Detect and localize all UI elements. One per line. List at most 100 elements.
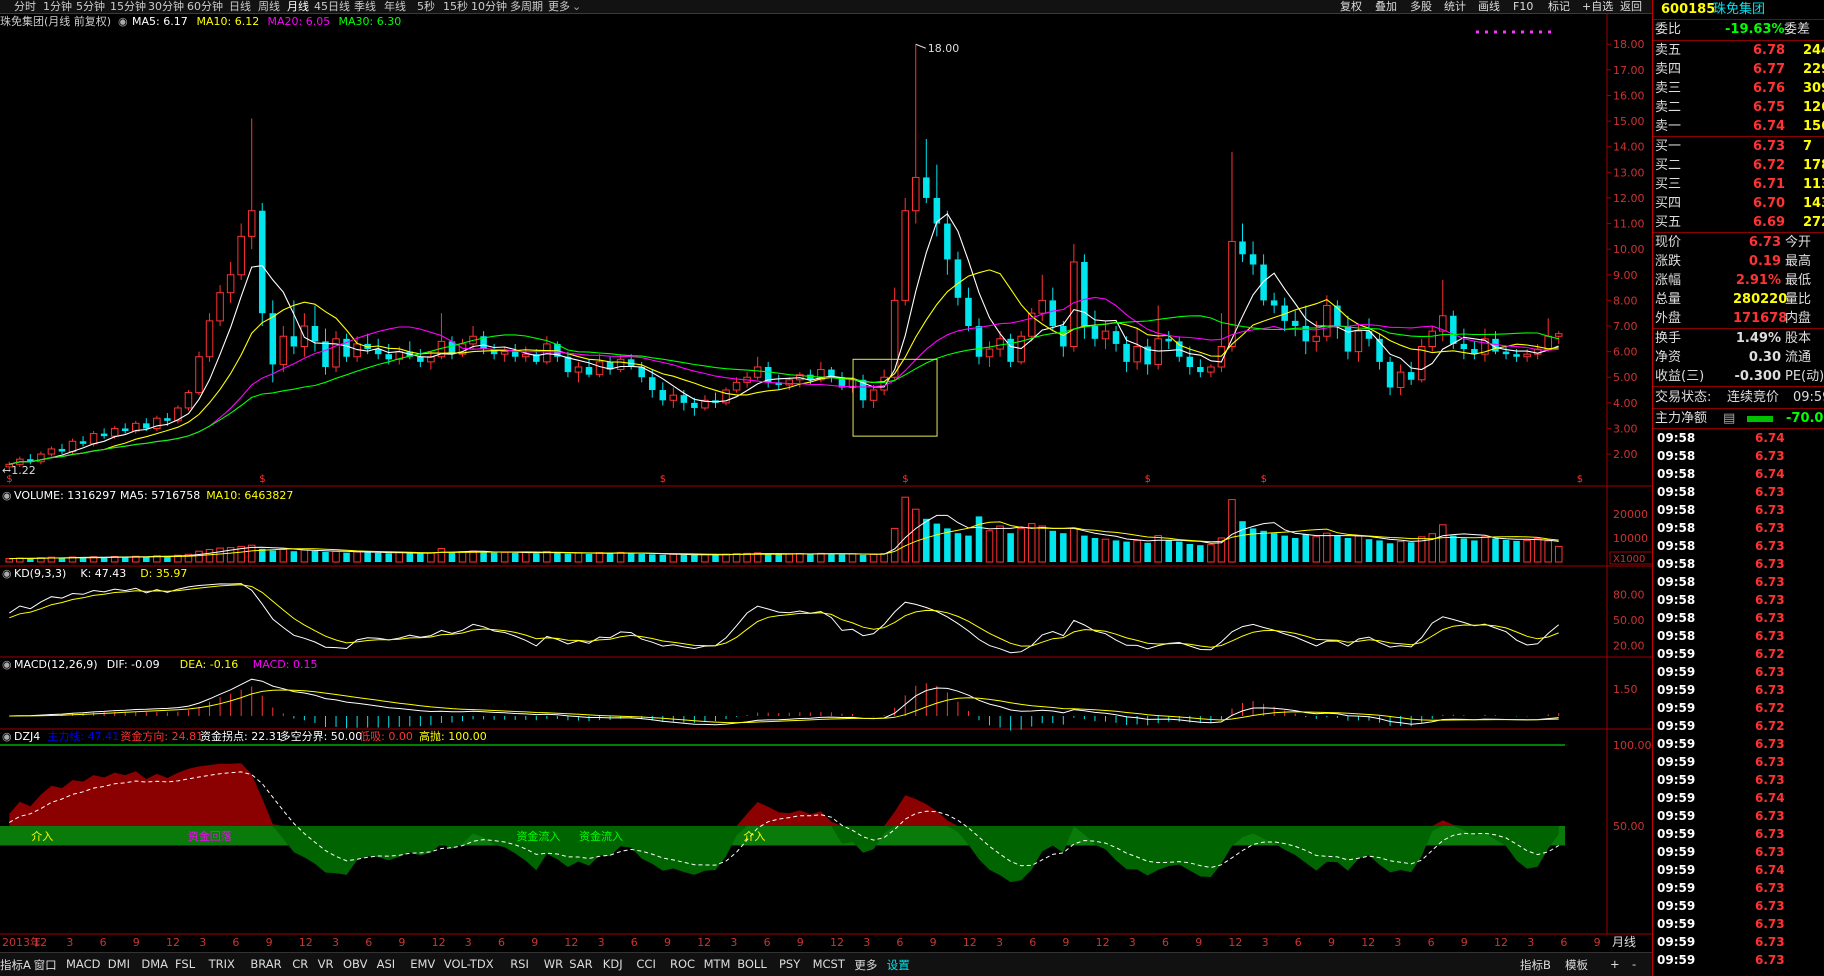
toolbar-button-6[interactable]: 标记 <box>1548 0 1570 14</box>
x-axis-label: 3 <box>598 936 605 949</box>
indicator-tab-12[interactable]: EMV <box>410 957 435 971</box>
candlestick-chart[interactable]: 18.00 17.00 16.00 15.00 14.00 13.00 12.00 11.00… <box>0 14 1652 952</box>
indicator-tab-11[interactable]: ASI <box>377 957 396 971</box>
candle-body-up <box>1228 240 1236 347</box>
volume-bar-down <box>1502 539 1510 562</box>
chart-area[interactable]: 18.00 17.00 16.00 15.00 14.00 13.00 12.00 11.00… <box>0 14 1652 952</box>
indicator-tab-17[interactable]: KDJ <box>603 957 623 971</box>
indicator-tab-19[interactable]: ROC <box>670 957 695 971</box>
chevron-down-icon[interactable]: ⌄ <box>572 0 581 14</box>
timeframe-tab-9[interactable]: 45日线 <box>314 0 350 14</box>
volume-bar-up <box>1533 537 1542 563</box>
indicator-tab-3[interactable]: DMI <box>108 957 130 971</box>
toolbar-button-5[interactable]: F10 <box>1513 0 1533 14</box>
candle-body-up <box>543 343 551 363</box>
indicator-tab-16[interactable]: SAR <box>569 957 592 971</box>
tick-time: 09:59 <box>1657 863 1696 877</box>
toolbar-button-2[interactable]: 多股 <box>1410 0 1432 14</box>
timeframe-tab-12[interactable]: 5秒 <box>417 0 435 14</box>
indicator-tab-1[interactable]: 窗口 <box>34 957 57 973</box>
candle-body-up <box>68 440 77 453</box>
stat-row: 现价 6.73 今开 <box>1653 233 1824 252</box>
quote-panel: 600185珠免集团委比-19.63%委差卖五6.78244卖四6.77229卖… <box>1652 0 1824 976</box>
toolbar-button-0[interactable]: 复权 <box>1340 0 1362 14</box>
timeframe-tab-5[interactable]: 60分钟 <box>187 0 223 14</box>
right-tab-2[interactable]: + <box>1610 957 1620 971</box>
volume-bar-down <box>954 533 962 562</box>
timeframe-tab-11[interactable]: 年线 <box>384 0 406 14</box>
bid-price: 6.70 <box>1753 196 1786 211</box>
timeframe-tab-10[interactable]: 季线 <box>354 0 376 14</box>
timeframe-tab-14[interactable]: 10分钟 <box>471 0 507 14</box>
tick-row: 09:59 6.72 <box>1653 645 1824 663</box>
x-axis-label: 9 <box>133 936 140 949</box>
indicator-tab-9[interactable]: VR <box>318 957 334 971</box>
timeframe-tab-3[interactable]: 15分钟 <box>110 0 146 14</box>
volume-bar-up <box>1354 535 1363 563</box>
indicator-tab-10[interactable]: OBV <box>343 957 367 971</box>
indicator-tab-15[interactable]: WR <box>544 957 563 971</box>
indicator-tab-22[interactable]: PSY <box>779 957 800 971</box>
timeframe-tab-6[interactable]: 日线 <box>229 0 251 14</box>
dzj-annotation: 介入 <box>31 830 53 843</box>
indicator-tab-8[interactable]: CR <box>292 957 308 971</box>
x-axis-label: 12 <box>1494 936 1508 949</box>
right-tab-3[interactable]: - <box>1632 957 1636 971</box>
x-axis-label: 9 <box>398 936 405 949</box>
timeframe-tab-15[interactable]: 多周期 <box>510 0 543 14</box>
timeframe-tab-1[interactable]: 1分钟 <box>43 0 72 14</box>
indicator-tab-6[interactable]: TRIX <box>209 957 235 971</box>
right-tab-0[interactable]: 指标B <box>1520 957 1551 973</box>
panel-menu-icon[interactable]: ◉ <box>2 730 12 743</box>
volume-bar-down <box>385 553 392 562</box>
toolbar-button-7[interactable]: +自选 <box>1582 0 1613 14</box>
timeframe-tab-2[interactable]: 5分钟 <box>76 0 105 14</box>
timeframe-tab-8[interactable]: 月线 <box>287 0 309 14</box>
timeframe-tab-16[interactable]: 更多 <box>548 0 570 14</box>
candle-body-down <box>944 223 951 260</box>
indicator-tab-20[interactable]: MTM <box>704 957 731 971</box>
toolbar-button-3[interactable]: 统计 <box>1444 0 1466 14</box>
timeframe-tab-7[interactable]: 周线 <box>258 0 280 14</box>
volume-bar-up <box>205 549 214 563</box>
x-axis-label: 3 <box>66 936 73 949</box>
x-axis-label: 6 <box>896 936 903 949</box>
indicator-tab-25[interactable]: 设置 <box>887 957 910 973</box>
timeframe-tab-0[interactable]: 分时 <box>14 0 36 14</box>
toolbar-button-4[interactable]: 画线 <box>1478 0 1500 14</box>
event-marker[interactable]: $ <box>6 474 12 485</box>
panel-menu-icon[interactable]: ◉ <box>2 658 12 671</box>
event-marker[interactable]: $ <box>259 474 265 485</box>
event-marker[interactable]: $ <box>1261 474 1267 485</box>
panel-menu-icon[interactable]: ◉ <box>2 489 12 502</box>
indicator-tab-23[interactable]: MCST <box>813 957 845 971</box>
toolbar-button-1[interactable]: 叠加 <box>1375 0 1397 14</box>
vol-title-item-2: MA10: 6463827 <box>206 489 294 502</box>
event-marker[interactable]: $ <box>1577 474 1583 485</box>
ma-settings-icon[interactable]: ◉ <box>118 15 128 28</box>
indicator-tab-21[interactable]: BOLL <box>737 957 767 971</box>
tick-price: 6.73 <box>1755 809 1785 823</box>
toolbar-button-8[interactable]: 返回 <box>1620 0 1642 14</box>
x-axis-label: 6 <box>764 936 771 949</box>
event-marker[interactable]: $ <box>902 474 908 485</box>
indicator-tab-2[interactable]: MACD <box>66 957 100 971</box>
indicator-tab-4[interactable]: DMA <box>141 957 168 971</box>
timeframe-tab-13[interactable]: 15秒 <box>443 0 468 14</box>
indicator-tab-18[interactable]: CCI <box>636 957 655 971</box>
indicator-tab-0[interactable]: 指标A <box>0 957 31 973</box>
timeframe-tab-4[interactable]: 30分钟 <box>148 0 184 14</box>
indicator-tab-13[interactable]: VOL-TDX <box>444 957 494 971</box>
event-marker[interactable]: $ <box>1145 474 1151 485</box>
event-marker[interactable]: $ <box>660 474 666 485</box>
candle-body-up <box>1323 305 1331 337</box>
indicator-tab-7[interactable]: BRAR <box>250 957 281 971</box>
panel-menu-icon[interactable]: ◉ <box>2 567 12 580</box>
high-label: 18.00 <box>928 42 960 55</box>
indicator-tab-14[interactable]: RSI <box>510 957 529 971</box>
volume-bar-down <box>1081 535 1088 562</box>
volume-bar-down <box>659 554 667 562</box>
indicator-tab-24[interactable]: 更多 <box>854 957 877 973</box>
indicator-tab-5[interactable]: FSL <box>175 957 195 971</box>
right-tab-1[interactable]: 模板 <box>1565 957 1588 973</box>
